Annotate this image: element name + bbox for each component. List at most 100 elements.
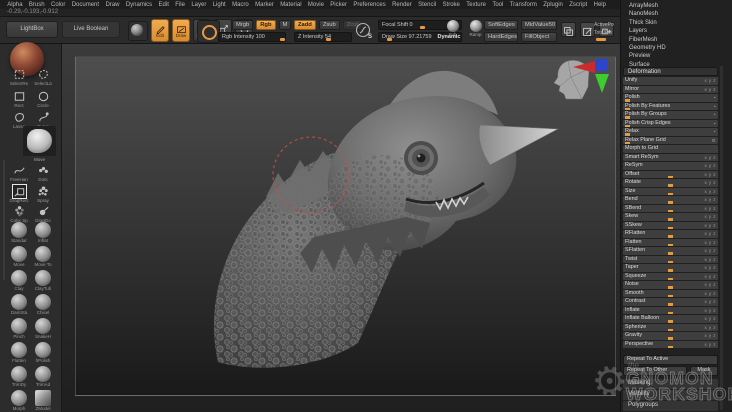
menu-item-document[interactable]: Document bbox=[69, 1, 103, 9]
menu-item-render[interactable]: Render bbox=[389, 1, 415, 9]
deform-resym[interactable]: ReSym x y z bbox=[623, 162, 718, 170]
color-sp-button[interactable]: Color Sp bbox=[7, 205, 31, 224]
slider-handle[interactable] bbox=[668, 201, 673, 204]
brush-move[interactable]: Move bbox=[7, 246, 31, 268]
menu-item-edit[interactable]: Edit bbox=[155, 1, 172, 9]
menu-item-material[interactable]: Material bbox=[277, 1, 305, 9]
midvalue50-button[interactable]: MidValue50 bbox=[521, 20, 557, 30]
deform-noise[interactable]: Noise x y z bbox=[623, 281, 718, 289]
spray-button[interactable]: Spray bbox=[31, 185, 55, 204]
mask-button[interactable]: Mask bbox=[690, 366, 718, 376]
deform-axis-toggles[interactable]: x y z bbox=[704, 324, 716, 332]
menu-item-transform[interactable]: Transform bbox=[507, 1, 541, 9]
panel-menu-geometry-hd[interactable]: Geometry HD bbox=[629, 44, 719, 52]
deform-axis-toggles[interactable]: x y z bbox=[704, 281, 716, 289]
deform-axis-toggles[interactable]: x y z bbox=[704, 162, 716, 170]
deform-size[interactable]: Size x y z bbox=[623, 187, 718, 196]
deform-axis-toggles[interactable]: x y z bbox=[704, 239, 716, 247]
slider-handle[interactable] bbox=[420, 26, 425, 29]
brush-clay[interactable]: Clay bbox=[7, 270, 31, 292]
brush-zmodel[interactable]: ZModel bbox=[31, 390, 55, 412]
slider-handle[interactable] bbox=[668, 320, 673, 323]
panel-menu-visibility[interactable]: Visibility bbox=[623, 390, 718, 400]
deform-bend[interactable]: Bend x y z bbox=[623, 196, 718, 204]
deform-offset[interactable]: Offset x y z bbox=[623, 170, 718, 178]
edit-mesh-icon[interactable] bbox=[580, 22, 595, 37]
slider-handle[interactable] bbox=[625, 124, 630, 127]
slider-handle[interactable] bbox=[668, 175, 673, 178]
deform-rflatten[interactable]: RFlatten x y z bbox=[623, 230, 718, 238]
deform-sflatten[interactable]: SFlatten x y z bbox=[623, 247, 718, 255]
slider-handle[interactable] bbox=[387, 38, 393, 41]
slider-handle[interactable] bbox=[325, 38, 331, 41]
deform-axis-toggles[interactable]: x y z bbox=[704, 290, 716, 298]
dragdo-button[interactable]: DragDo bbox=[31, 205, 55, 224]
slider-handle[interactable] bbox=[668, 328, 673, 331]
brush-snakeh[interactable]: SnakeH bbox=[31, 318, 55, 340]
panel-menu-arraymesh[interactable]: ArrayMesh bbox=[629, 2, 719, 10]
brush-trimdy[interactable]: TrimDy bbox=[7, 366, 31, 388]
deform-axis-toggles[interactable]: x y z bbox=[704, 154, 716, 162]
mesh-sphere-icon[interactable] bbox=[128, 21, 148, 41]
rgb-intensity-slider[interactable]: Rgb Intensity 100 bbox=[218, 32, 286, 42]
menu-item-preferences[interactable]: Preferences bbox=[350, 1, 389, 9]
deform-inflate[interactable]: Inflate x y z bbox=[623, 306, 718, 315]
menu-item-light[interactable]: Light bbox=[210, 1, 229, 9]
slider-handle[interactable] bbox=[668, 243, 673, 246]
deformation-header[interactable]: Deformation bbox=[623, 67, 718, 76]
deform-axis-toggles[interactable]: x y z bbox=[704, 332, 716, 340]
copy-mesh-icon[interactable] bbox=[561, 22, 576, 37]
slider-handle[interactable] bbox=[668, 209, 673, 212]
deform-axis-toggles[interactable]: • bbox=[714, 103, 716, 111]
slider-handle[interactable] bbox=[668, 235, 673, 238]
deform-axis-toggles[interactable]: x y z bbox=[704, 188, 716, 196]
slider-handle[interactable] bbox=[668, 226, 673, 229]
deform-polish-by-groups[interactable]: Polish By Groups • bbox=[623, 111, 718, 119]
deform-axis-toggles[interactable]: x y z bbox=[704, 315, 716, 323]
dots-button[interactable]: Dots bbox=[31, 164, 55, 183]
menu-item-tool[interactable]: Tool bbox=[489, 1, 506, 9]
deform-axis-toggles[interactable]: x y z bbox=[704, 179, 716, 187]
deform-polish-by-features[interactable]: Polish By Features • bbox=[623, 102, 718, 111]
stroke-curve-icon[interactable]: S bbox=[354, 21, 373, 40]
panel-menu-nanomesh[interactable]: NanoMesh bbox=[629, 10, 719, 18]
deform-axis-toggles[interactable]: x y z bbox=[704, 298, 716, 306]
brush-trimad[interactable]: TrimAd bbox=[31, 366, 55, 388]
edit-mode-button[interactable]: Edit bbox=[151, 19, 169, 42]
menu-item-dynamics[interactable]: Dynamics bbox=[123, 1, 156, 9]
deform-polish-crisp-edges[interactable]: Polish Crisp Edges • bbox=[623, 119, 718, 127]
deform-axis-toggles[interactable]: ⚙ bbox=[712, 137, 716, 145]
deform-mirror[interactable]: Mirror x y z bbox=[623, 85, 718, 94]
slider-handle[interactable] bbox=[668, 184, 673, 187]
deform-axis-toggles[interactable]: x y z bbox=[704, 86, 716, 94]
menu-item-file[interactable]: File bbox=[172, 1, 188, 9]
menu-item-zplugin[interactable]: Zplugin bbox=[540, 1, 566, 9]
rect-button[interactable]: Rect bbox=[7, 90, 31, 109]
deform-sbend[interactable]: SBend x y z bbox=[623, 204, 718, 213]
brush-standar[interactable]: Standar bbox=[7, 222, 31, 244]
deform-axis-toggles[interactable]: x y z bbox=[704, 222, 716, 230]
menu-item-color[interactable]: Color bbox=[48, 1, 69, 9]
deform-axis-toggles[interactable]: x y z bbox=[704, 273, 716, 281]
zsub-button[interactable]: Zsub bbox=[318, 20, 340, 30]
menu-item-movie[interactable]: Movie bbox=[305, 1, 327, 9]
panel-scrollbar[interactable] bbox=[720, 66, 723, 410]
slider-handle[interactable] bbox=[625, 141, 630, 144]
deform-smooth[interactable]: Smooth x y z bbox=[623, 289, 718, 298]
softedges-button[interactable]: SoftEdges bbox=[484, 20, 518, 30]
ramp-material[interactable]: Ramp bbox=[467, 20, 484, 38]
slider-handle[interactable] bbox=[668, 286, 673, 289]
slider-handle[interactable] bbox=[668, 218, 673, 221]
deform-skew[interactable]: Skew x y z bbox=[623, 213, 718, 221]
deform-axis-toggles[interactable]: x y z bbox=[704, 341, 716, 349]
slider-handle[interactable] bbox=[625, 107, 630, 110]
menu-item-help[interactable]: Help bbox=[590, 1, 609, 9]
deform-axis-toggles[interactable]: x y z bbox=[704, 307, 716, 315]
slider-handle[interactable] bbox=[668, 269, 673, 272]
deform-axis-toggles[interactable]: x y z bbox=[704, 264, 716, 272]
viewport[interactable] bbox=[62, 44, 620, 412]
deform-axis-toggles[interactable]: x y z bbox=[704, 205, 716, 213]
slider-handle[interactable] bbox=[668, 294, 673, 297]
deform-axis-toggles[interactable]: • bbox=[714, 111, 716, 119]
circle-button[interactable]: Circle bbox=[31, 90, 55, 109]
